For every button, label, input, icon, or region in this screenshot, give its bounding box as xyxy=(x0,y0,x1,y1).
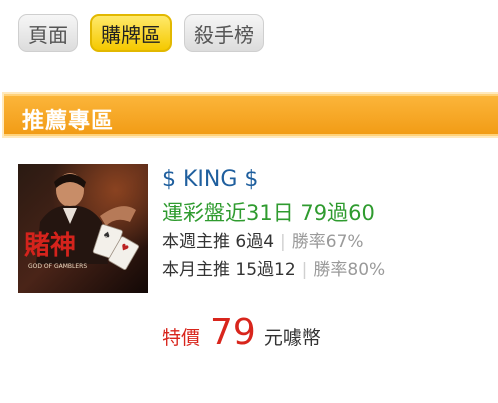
monthly-stats: 本月主推 15過12 | 勝率80% xyxy=(162,256,492,284)
weekly-label: 本週主推 6過4 xyxy=(162,232,275,252)
tab-shop[interactable]: 購牌區 xyxy=(90,14,172,52)
poster-title-text: 賭神 xyxy=(24,231,76,261)
price-unit: 元噱幣 xyxy=(263,327,321,349)
tab-bar: 頁面 購牌區 殺手榜 xyxy=(18,14,264,52)
product-info: $ KING $ 運彩盤近31日 79過60 本週主推 6過4 | 勝率67% … xyxy=(162,165,492,284)
seller-name-link[interactable]: $ KING $ xyxy=(162,165,492,195)
separator: | xyxy=(280,232,286,252)
monthly-label: 本月主推 15過12 xyxy=(162,260,296,280)
section-title: 推薦專區 xyxy=(22,109,115,134)
section-header: 推薦專區 xyxy=(4,94,498,136)
separator: | xyxy=(301,260,308,280)
price-block[interactable]: 特價 79 元噱幣 xyxy=(162,312,321,353)
weekly-win-rate: 勝率67% xyxy=(291,232,364,252)
movie-poster-image: ♠ ♥ 賭神 GOD OF GAMBLERS xyxy=(18,164,148,293)
monthly-win-rate: 勝率80% xyxy=(313,260,386,280)
tab-page[interactable]: 頁面 xyxy=(18,14,78,52)
price-value: 79 xyxy=(210,312,256,353)
weekly-stats: 本週主推 6過4 | 勝率67% xyxy=(162,228,492,256)
tab-killer-ranking[interactable]: 殺手榜 xyxy=(184,14,264,52)
price-label: 特價 xyxy=(162,327,201,349)
product-thumbnail[interactable]: ♠ ♥ 賭神 GOD OF GAMBLERS xyxy=(18,164,148,293)
recent-record: 運彩盤近31日 79過60 xyxy=(162,201,375,225)
poster-subtitle-text: GOD OF GAMBLERS xyxy=(28,263,87,270)
